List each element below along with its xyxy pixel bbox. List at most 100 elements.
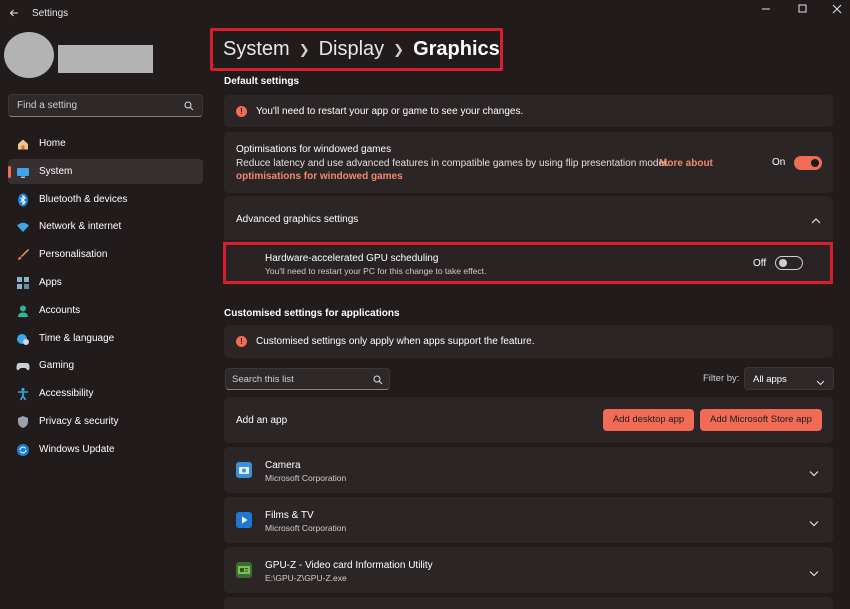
info-icon xyxy=(236,106,247,117)
sidebar-item-label: Home xyxy=(39,138,66,149)
breadcrumb-display[interactable]: Display xyxy=(319,38,385,61)
sidebar-item-label: Time & language xyxy=(39,332,115,344)
search-list-input[interactable]: Search this list xyxy=(225,368,390,390)
filter-value: All apps xyxy=(753,374,787,385)
advanced-graphics-title: Advanced graphics settings xyxy=(236,214,359,225)
default-settings-heading: Default settings xyxy=(224,76,300,87)
sidebar-item-system[interactable]: System xyxy=(8,158,203,184)
apps-icon xyxy=(16,276,30,290)
sidebar-item-network[interactable]: Network & internet xyxy=(8,214,203,239)
breadcrumb: System ❯ Display ❯ Graphics xyxy=(223,38,500,61)
find-setting-input[interactable]: Find a setting xyxy=(8,94,203,117)
sidebar-item-label: Gaming xyxy=(39,360,75,372)
chevron-down-icon[interactable] xyxy=(809,566,819,580)
chevron-right-icon: ❯ xyxy=(393,41,405,57)
breadcrumb-system[interactable]: System xyxy=(223,38,290,61)
add-app-label: Add an app xyxy=(236,415,288,426)
add-store-app-button[interactable]: Add Microsoft Store app xyxy=(700,409,822,431)
sidebar-item-gaming[interactable]: Gaming xyxy=(8,353,203,378)
sidebar-item-windows-update[interactable]: Windows Update xyxy=(8,437,203,462)
toggle-knob xyxy=(811,159,819,167)
app-name: Films & TV xyxy=(265,510,314,521)
minimize-button[interactable] xyxy=(749,0,783,18)
search-icon xyxy=(373,374,383,388)
restart-notice-text: You'll need to restart your app or game … xyxy=(256,106,524,117)
chevron-up-icon[interactable] xyxy=(811,214,821,228)
windowed-toggle-state: On xyxy=(772,157,786,168)
sidebar-item-label: Accounts xyxy=(39,304,81,316)
sidebar-item-accessibility[interactable]: Accessibility xyxy=(8,381,203,406)
sidebar-item-label: Accessibility xyxy=(39,388,94,400)
close-button[interactable] xyxy=(820,0,850,18)
update-icon xyxy=(16,443,30,457)
windowed-games-description: Reduce latency and use advanced features… xyxy=(236,158,670,169)
globe-icon xyxy=(16,332,30,346)
search-icon xyxy=(184,100,194,114)
sidebar-item-bluetooth[interactable]: Bluetooth & devices xyxy=(8,187,203,212)
sidebar-item-personalisation[interactable]: Personalisation xyxy=(8,242,203,267)
windowed-games-title: Optimisations for windowed games xyxy=(236,144,392,155)
shield-icon xyxy=(16,415,30,429)
sidebar-item-home[interactable]: Home xyxy=(8,131,203,156)
sidebar-item-label: Apps xyxy=(39,276,62,288)
add-desktop-app-button[interactable]: Add desktop app xyxy=(603,409,694,431)
windowed-games-toggle[interactable] xyxy=(794,156,822,170)
app-list-item-films-tv[interactable]: Films & TV Microsoft Corporation xyxy=(224,497,833,543)
gamepad-icon xyxy=(16,359,30,373)
app-publisher: E:\GPU-Z\GPU-Z.exe xyxy=(265,573,347,583)
add-app-card: Add an app Add desktop app Add Microsoft… xyxy=(224,397,833,443)
wifi-icon xyxy=(16,220,30,234)
windowed-games-card: Optimisations for windowed games Reduce … xyxy=(224,132,833,193)
sidebar-item-label: Network & internet xyxy=(39,221,122,233)
breadcrumb-highlight: System ❯ Display ❯ Graphics xyxy=(210,28,503,71)
custom-settings-heading: Customised settings for applications xyxy=(224,308,400,319)
more-about-link-continued[interactable]: optimisations for windowed games xyxy=(236,171,403,182)
filter-label: Filter by: xyxy=(703,373,740,384)
custom-notice-text: Customised settings only apply when apps… xyxy=(256,336,535,347)
search-list-placeholder: Search this list xyxy=(232,374,294,385)
sidebar-item-privacy[interactable]: Privacy & security xyxy=(8,409,203,434)
account-name-redacted xyxy=(58,45,153,73)
more-about-link[interactable]: More about xyxy=(659,158,713,169)
custom-notice-card: Customised settings only apply when apps… xyxy=(224,325,833,358)
active-indicator xyxy=(8,165,11,178)
chevron-right-icon: ❯ xyxy=(298,41,310,57)
maximize-button[interactable] xyxy=(786,0,820,18)
app-list-item-camera[interactable]: Camera Microsoft Corporation xyxy=(224,447,833,493)
restart-notice-card: You'll need to restart your app or game … xyxy=(224,95,833,127)
sidebar-item-accounts[interactable]: Accounts xyxy=(8,298,203,323)
sidebar-item-label: Privacy & security xyxy=(39,415,119,427)
gpu-z-icon xyxy=(236,562,252,578)
info-icon xyxy=(236,336,247,347)
advanced-graphics-header[interactable]: Advanced graphics settings xyxy=(224,196,833,240)
sidebar-item-apps[interactable]: Apps xyxy=(8,270,203,295)
gpu-scheduling-highlight xyxy=(223,242,833,284)
app-publisher: Microsoft Corporation xyxy=(265,523,347,533)
chevron-down-icon[interactable] xyxy=(809,516,819,530)
app-list-item-partial[interactable] xyxy=(224,597,833,609)
system-icon xyxy=(16,165,30,179)
sidebar-nav: Home System Bluetooth & devices Network … xyxy=(8,131,203,465)
chevron-down-icon[interactable] xyxy=(809,466,819,480)
sidebar-item-label: Bluetooth & devices xyxy=(39,193,128,205)
app-publisher: Microsoft Corporation xyxy=(265,473,347,483)
app-list-item-gpu-z[interactable]: GPU-Z - Video card Information Utility E… xyxy=(224,547,833,593)
sidebar-item-time-language[interactable]: Time & language xyxy=(8,326,203,351)
films-tv-icon xyxy=(236,512,252,528)
back-arrow-icon[interactable] xyxy=(6,6,22,22)
accessibility-icon xyxy=(16,387,30,401)
search-placeholder: Find a setting xyxy=(17,100,78,111)
sidebar-item-label: Personalisation xyxy=(39,249,108,261)
filter-dropdown[interactable]: All apps xyxy=(744,367,834,390)
chevron-down-icon xyxy=(816,375,825,389)
home-icon xyxy=(16,137,30,151)
title-bar: Settings xyxy=(0,0,850,28)
sidebar-item-label: System xyxy=(39,165,73,177)
avatar[interactable] xyxy=(4,32,54,78)
sidebar-item-label: Windows Update xyxy=(39,443,115,455)
person-icon xyxy=(16,304,30,318)
bluetooth-icon xyxy=(16,193,30,207)
app-name: Camera xyxy=(265,460,301,471)
brush-icon xyxy=(16,248,30,262)
page-title: Graphics xyxy=(413,38,500,60)
